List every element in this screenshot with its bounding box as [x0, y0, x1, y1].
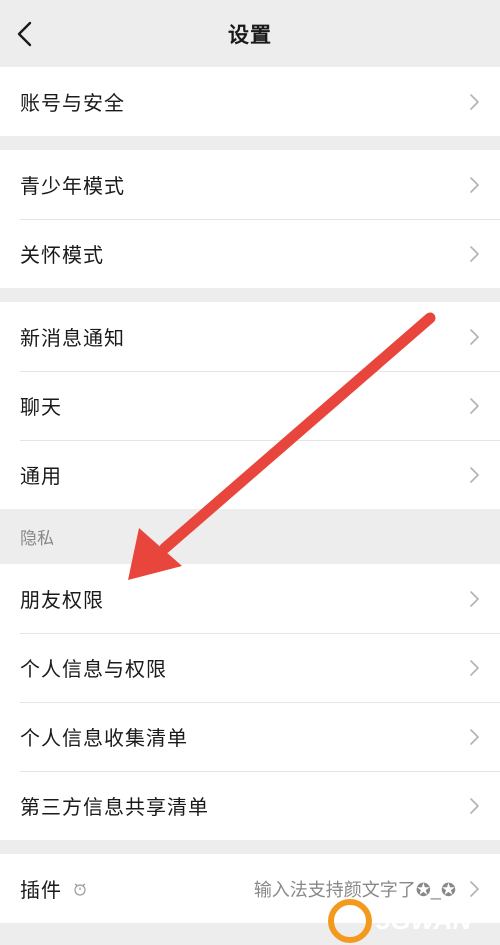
settings-item-personal-info-collection[interactable]: 个人信息收集清单: [0, 702, 500, 771]
settings-item-label: 关怀模式: [20, 245, 104, 267]
5gwan-logo-icon: [328, 898, 372, 943]
group-gap: [0, 288, 500, 302]
settings-item-label: 账号与安全: [20, 93, 125, 115]
watermark-text: 5GWAN: [376, 905, 472, 935]
settings-item-care-mode[interactable]: 关怀模式: [0, 219, 500, 288]
chevron-right-icon: [470, 176, 479, 193]
section-header-privacy: 隐私: [0, 509, 500, 564]
chevron-right-icon: [470, 728, 479, 745]
settings-item-label: 青少年模式: [20, 176, 125, 198]
page-title: 设置: [228, 23, 272, 47]
watermark-logo: 5GWAN: [328, 896, 500, 945]
settings-group-privacy: 朋友权限 个人信息与权限 个人信息收集清单 第三方信息共享清单: [0, 564, 500, 840]
settings-group-modes: 青少年模式 关怀模式: [0, 150, 500, 288]
settings-item-label: 新消息通知: [20, 328, 125, 350]
chevron-right-icon: [470, 880, 479, 897]
settings-item-chat[interactable]: 聊天: [0, 371, 500, 440]
settings-item-account-security[interactable]: 账号与安全: [0, 67, 500, 136]
settings-item-label: 个人信息收集清单: [20, 728, 188, 750]
settings-item-notifications[interactable]: 新消息通知: [0, 302, 500, 371]
settings-item-label: 插件: [20, 880, 62, 902]
settings-item-label: 第三方信息共享清单: [20, 797, 209, 819]
chevron-right-icon: [470, 245, 479, 262]
settings-item-friend-permissions[interactable]: 朋友权限: [0, 564, 500, 633]
plugin-icon: [74, 883, 86, 896]
settings-group-account: 账号与安全: [0, 67, 500, 136]
group-gap: [0, 840, 500, 854]
settings-item-label: 朋友权限: [20, 590, 104, 612]
settings-item-third-party-sharing[interactable]: 第三方信息共享清单: [0, 771, 500, 840]
group-gap: [0, 136, 500, 150]
chevron-right-icon: [470, 93, 479, 110]
nav-bar: 设置: [0, 0, 500, 67]
chevron-right-icon: [470, 659, 479, 676]
chevron-right-icon: [470, 797, 479, 814]
chevron-right-icon: [470, 466, 479, 483]
settings-item-label: 通用: [20, 466, 62, 488]
settings-group-general: 新消息通知 聊天 通用: [0, 302, 500, 509]
settings-item-label: 聊天: [20, 397, 62, 419]
chevron-right-icon: [470, 328, 479, 345]
chevron-right-icon: [470, 590, 479, 607]
chevron-right-icon: [470, 397, 479, 414]
settings-item-personal-info-permissions[interactable]: 个人信息与权限: [0, 633, 500, 702]
settings-item-teen-mode[interactable]: 青少年模式: [0, 150, 500, 219]
settings-item-general[interactable]: 通用: [0, 440, 500, 509]
chevron-left-icon[interactable]: [14, 21, 36, 47]
settings-item-label: 个人信息与权限: [20, 659, 167, 681]
